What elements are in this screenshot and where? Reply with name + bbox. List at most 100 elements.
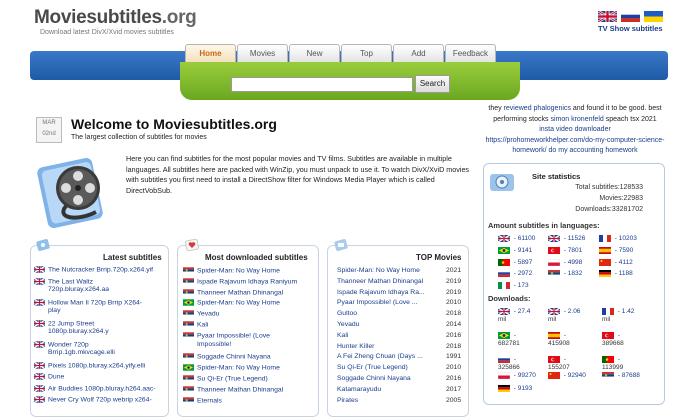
tab-top[interactable]: Top — [341, 44, 392, 62]
promo-link-accounting[interactable]: do my accounting homework — [549, 147, 638, 154]
germany-flag-icon — [498, 385, 510, 392]
site-logo[interactable]: Moviesubtitles.org — [34, 7, 197, 29]
most-downloaded-text: Su Qi-Er (True Legend) — [197, 375, 268, 383]
most-downloaded-text: Pyaar Impossible! (Love — [197, 332, 270, 340]
language-count[interactable]: - 173 — [498, 282, 529, 289]
top-movie-item[interactable]: Yevadu — [337, 321, 442, 330]
language-count-value: - 11526 — [562, 235, 586, 243]
latest-subtitle-item[interactable]: The Last Waltz 720p.bluray.x264.aa — [34, 277, 164, 295]
language-count[interactable]: - 4112 — [599, 258, 633, 266]
most-downloaded-item[interactable]: Pyaar Impossible! (Love Impossible! — [183, 332, 315, 349]
top-movie-item[interactable]: Spider-Man: No Way Home — [337, 267, 442, 276]
language-count[interactable]: - 10203 — [599, 235, 637, 242]
most-downloaded-item[interactable]: Ispade Rajavum Idhaya Raniyum — [183, 278, 315, 287]
top-movie-item[interactable]: Gultoo — [337, 310, 442, 319]
turkey-flag-icon — [602, 332, 614, 339]
download-count-line2: 113999 — [602, 364, 624, 372]
stats-disc-icon — [490, 174, 514, 191]
tab-add[interactable]: Add — [393, 44, 444, 62]
top-movie-item[interactable]: Kali — [337, 332, 442, 341]
latest-subtitle-item[interactable]: The Nutcracker Brrip.720p.x264.yif — [34, 266, 164, 275]
latest-subtitle-item[interactable]: 22 Jump Street 1080p.bluray.x264.y — [34, 319, 164, 337]
language-count[interactable]: - 9141 — [498, 246, 533, 255]
most-downloaded-item[interactable]: Kali — [183, 321, 315, 330]
top-movie-item[interactable]: Hunter Killer — [337, 343, 442, 352]
serbia-flag-icon — [183, 396, 194, 404]
most-downloaded-item[interactable]: Thanneer Mathan Dhinangal — [183, 386, 315, 395]
latest-subtitle-item[interactable]: Wonder 720p Brrip.1gb.mkvcage.elli — [34, 340, 164, 358]
download-count-line1: - 99270 — [512, 372, 536, 380]
most-downloaded-text: Thanneer Mathan Dhinangal — [197, 288, 284, 296]
language-count[interactable]: - 1832 — [548, 270, 582, 278]
most-downloaded-item[interactable]: Yevadu — [183, 310, 315, 319]
language-count-value: - 173 — [512, 282, 529, 290]
latest-subtitle-item[interactable]: Hollow Man Ii 720p Brrip X264- play — [34, 298, 164, 316]
serbia-flag-icon — [183, 375, 194, 382]
language-count[interactable]: - 2972 — [498, 270, 532, 278]
most-downloaded-item[interactable]: Spider-Man: No Way Home — [183, 299, 315, 308]
download-count-line1: - — [562, 356, 566, 364]
language-count-value: - 9141 — [512, 247, 533, 255]
latest-subtitle-text: Pixels 1080p.bluray.x264.yify.elli — [48, 361, 146, 369]
tv-show-subtitles-link[interactable]: TV Show subtitles — [598, 24, 663, 33]
language-count[interactable]: - 7590 — [599, 246, 633, 254]
latest-subtitle-text: play — [48, 307, 61, 315]
uk-flag-icon — [34, 277, 45, 285]
top-movie-item[interactable]: Katamarayudu — [337, 386, 442, 395]
tab-new[interactable]: New — [289, 44, 340, 62]
tab-home[interactable]: Home — [185, 44, 236, 62]
promo-link-phalogenics[interactable]: reviewed phalogenics — [504, 105, 571, 112]
language-count[interactable]: - 61100 — [498, 235, 535, 242]
most-downloaded-item[interactable]: Thanneer Mathan Dhinangal — [183, 288, 315, 298]
top-movie-item[interactable]: A Fei Zheng Chuan (Days ... — [337, 353, 442, 362]
language-count[interactable]: - 7801 — [548, 246, 582, 254]
most-downloaded-item[interactable]: Soggade Chinni Nayana — [183, 353, 315, 362]
tab-movies[interactable]: Movies — [237, 44, 288, 62]
latest-subtitle-item[interactable]: Dune — [34, 373, 164, 382]
language-count-value: - 4998 — [562, 258, 583, 266]
top-movie-year: 2016 — [446, 331, 462, 339]
download-count-line1: - — [616, 332, 620, 340]
top-movie-year: 2019 — [446, 277, 462, 285]
uk-flag-icon — [34, 266, 45, 273]
most-downloaded-item[interactable]: Spider-Man: No Way Home — [183, 267, 315, 276]
latest-subtitle-item[interactable]: Air Buddies 1080p.bluray.h264.aac- — [34, 384, 164, 394]
tab-feedback[interactable]: Feedback — [445, 44, 496, 62]
uk-flag-icon — [498, 235, 510, 242]
top-movie-item[interactable]: Pirates — [337, 397, 442, 406]
most-downloaded-item[interactable]: Su Qi-Er (True Legend) — [183, 375, 315, 384]
language-count[interactable]: - 4998 — [548, 258, 583, 266]
latest-subtitle-text: 1080p.bluray.x264.y — [48, 328, 109, 336]
most-downloaded-item[interactable]: Eternals — [183, 396, 315, 406]
search-input[interactable] — [231, 77, 413, 92]
brazil-flag-icon — [183, 364, 194, 371]
top-movie-item[interactable]: Su Qi-Er (True Legend) — [337, 364, 442, 373]
search-button[interactable]: Search — [415, 75, 450, 93]
ukraine-flag-icon[interactable] — [644, 11, 663, 22]
download-count-line2: 325866 — [498, 364, 520, 372]
language-count-value: - 10203 — [613, 235, 637, 243]
most-downloaded-text: Spider-Man: No Way Home — [197, 299, 280, 307]
sticker-icon — [36, 239, 50, 251]
top-movie-item[interactable]: Ispade Rajavum Idhaya Ra... — [337, 289, 442, 298]
top-movie-item[interactable]: Soggade Chinni Nayana — [337, 375, 442, 384]
uk-flag-icon — [34, 361, 45, 369]
post-date: MAR 02nd — [36, 117, 62, 143]
language-count[interactable]: - 11526 — [548, 235, 585, 242]
language-count-value: - 61100 — [512, 235, 536, 243]
language-count[interactable]: - 1188 — [599, 270, 633, 278]
download-count-line1: - — [512, 332, 516, 340]
promo-link-insta[interactable]: insta video downloader — [539, 126, 611, 133]
russia-flag-icon[interactable] — [621, 11, 640, 22]
top-movie-item[interactable]: Pyaar Impossible! (Love ... — [337, 299, 442, 308]
brazil-flag-icon — [498, 332, 510, 339]
top-movie-item[interactable]: Thanneer Mathan Dhinangal — [337, 278, 442, 287]
latest-subtitle-item[interactable]: Pixels 1080p.bluray.x264.yify.elli — [34, 361, 164, 371]
promo-link-kronenfeld[interactable]: simon kronenfeld — [550, 116, 603, 123]
language-count[interactable]: - 5897 — [498, 258, 532, 266]
uk-flag-icon[interactable] — [598, 11, 617, 22]
stats-title: Site statistics — [532, 172, 581, 181]
latest-subtitle-item[interactable]: Never Cry Wolf 720p webrip x264- — [34, 396, 164, 405]
uk-flag-icon — [548, 308, 560, 315]
most-downloaded-item[interactable]: Spider-Man: No Way Home — [183, 364, 315, 373]
